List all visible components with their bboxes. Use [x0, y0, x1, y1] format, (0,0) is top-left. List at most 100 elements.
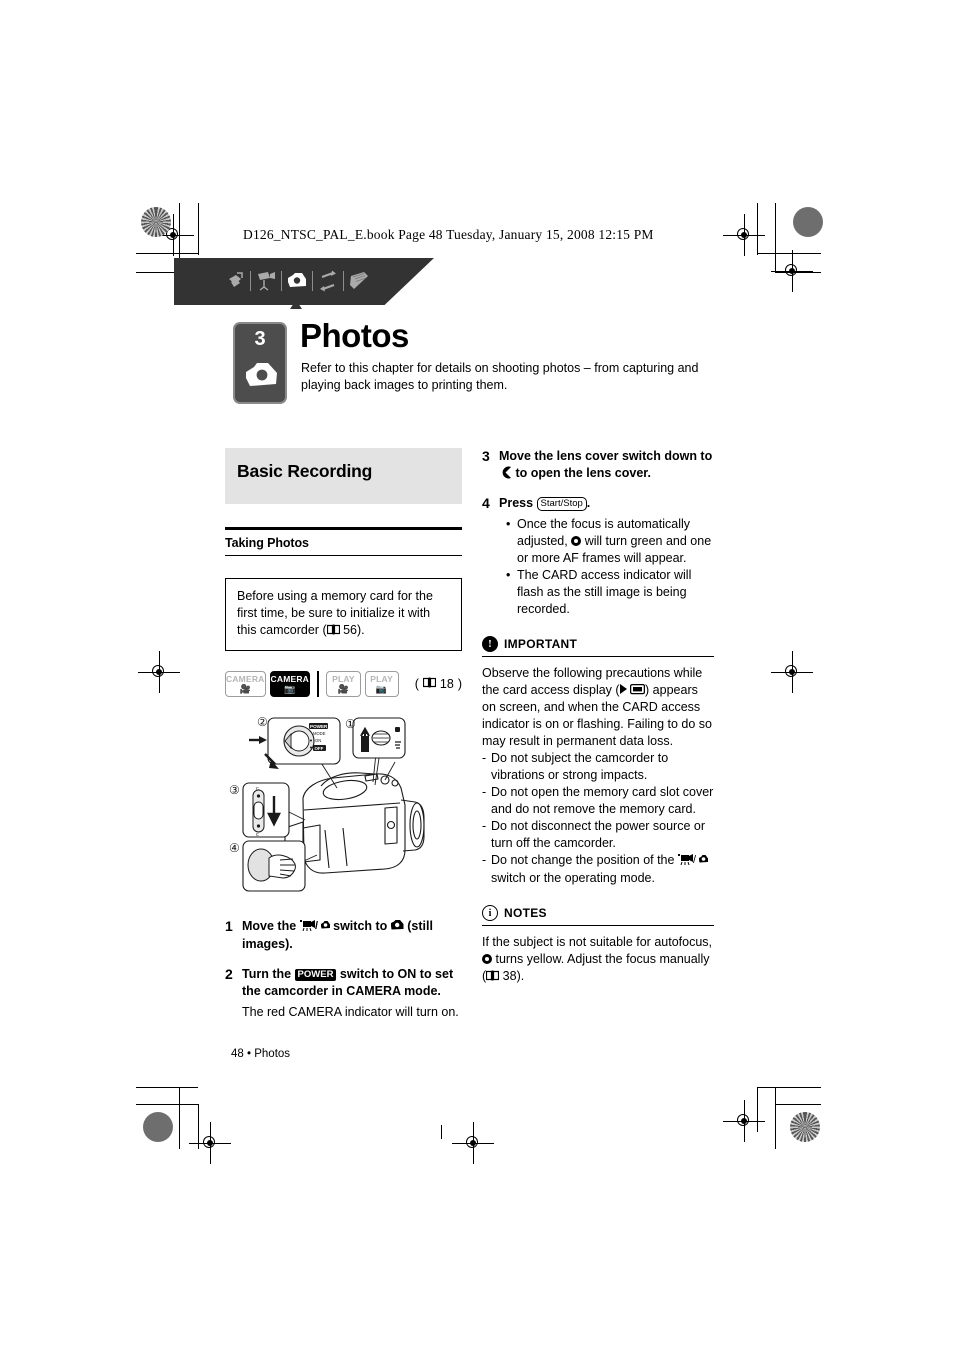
crop-mark [441, 1125, 442, 1139]
tab-separator [250, 271, 251, 291]
chapter-camera-icon [244, 360, 280, 390]
operating-mode-strip: CAMERA 🎥 CAMERA 📷 PLAY 🎥 PLAY 📷 ( 18 ) [225, 670, 462, 698]
af-indicator-icon [482, 954, 492, 964]
video-photo-switch-icon: / [677, 853, 708, 870]
svg-text:c: c [256, 786, 259, 792]
important-item-text: Do not open the memory card slot cover a… [491, 785, 714, 816]
step-2: 2 Turn the POWER switch to ON to set the… [225, 966, 462, 1000]
important-items: - Do not subject the camcorder to vibrati… [482, 750, 714, 887]
step-number: 1 [225, 918, 233, 934]
important-item-text: Do not change the position of the / swit… [491, 852, 714, 887]
registration-mark [452, 1122, 494, 1164]
page-footer: 48 • Photos [231, 1048, 290, 1060]
mode-page-reference: ( 18 ) [415, 677, 462, 691]
step-text: Turn the POWER switch to ON to set the c… [242, 966, 462, 1000]
density-patch [793, 207, 823, 237]
step-text-before: Turn the [242, 967, 295, 981]
svg-text:③: ③ [229, 783, 240, 797]
mode-badge-label: PLAY [332, 673, 355, 684]
card-icon [629, 683, 646, 697]
start-stop-button-glyph[interactable]: Start/Stop [536, 497, 587, 511]
mode-badge-label: PLAY [370, 673, 393, 684]
crop-mark [198, 203, 199, 255]
bullet-text: The CARD access indicator will flash as … [517, 568, 692, 616]
bullet-item: • Once the focus is automatically adjust… [506, 516, 714, 567]
registration-mark [138, 651, 180, 693]
transfer-arrows-icon[interactable] [315, 266, 341, 296]
crop-mark [179, 1087, 180, 1149]
crop-mark [757, 1087, 758, 1132]
photo-camera-icon[interactable] [284, 266, 310, 296]
svg-text:MODE: MODE [313, 731, 326, 736]
important-item-text-b: switch or the operating mode. [491, 871, 655, 885]
step-text-before: Press [499, 496, 537, 510]
tab-pointer-triangle [290, 300, 302, 309]
play-triangle-icon [619, 684, 627, 694]
bullet-item: • The CARD access indicator will flash a… [506, 567, 714, 618]
important-callout-header: ! IMPORTANT [482, 636, 714, 652]
svg-text:/: / [315, 920, 318, 931]
dash: - [482, 751, 487, 765]
step-1: 1 Move the / switch to (still images). [225, 918, 462, 953]
crop-mark [775, 203, 776, 273]
heading-rule [225, 527, 462, 530]
chapter-badge: 3 [233, 322, 287, 404]
photo-mode-icon [390, 919, 404, 936]
svg-text:①: ① [345, 717, 356, 731]
video-glyph-icon: 🎥 [239, 683, 251, 694]
crop-mark [757, 253, 821, 254]
crop-mark [757, 203, 758, 255]
important-item: - Do not open the memory card slot cover … [482, 784, 714, 818]
subsection-heading-taking-photos: Taking Photos [225, 536, 309, 550]
step-text-after: . [586, 496, 591, 510]
callout-1: ① [345, 717, 406, 759]
video-photo-switch-icon: / [299, 919, 330, 936]
important-item: - Do not disconnect the power source or t… [482, 818, 714, 852]
book-page-icon [422, 677, 437, 691]
exclamation-icon: ! [482, 636, 498, 652]
video-glyph-icon: 🎥 [337, 683, 350, 694]
important-item: - Do not change the position of the / swi… [482, 852, 714, 887]
svg-text:ON: ON [315, 738, 321, 743]
mode-badge-camera-photo[interactable]: CAMERA 📷 [269, 671, 311, 697]
video-camera-icon[interactable] [253, 266, 279, 296]
important-item: - Do not subject the camcorder to vibrati… [482, 750, 714, 784]
bullet-dot: • [506, 568, 511, 582]
footer-page-number: 48 [231, 1048, 244, 1060]
paren-open: ( [414, 677, 419, 691]
initialize-card-note-box: Before using a memory card for the first… [225, 578, 462, 651]
step-number: 4 [482, 495, 490, 511]
registration-mark [723, 1100, 765, 1142]
svg-text:④: ④ [229, 841, 240, 855]
step-text: Move the lens cover switch down to to op… [499, 448, 714, 482]
mode-badge-camera-video[interactable]: CAMERA 🎥 [225, 671, 266, 697]
book-page-icon [486, 969, 500, 986]
paren-close: ) [457, 677, 462, 691]
step-2-subtext: The red CAMERA indicator will turn on. [242, 1005, 459, 1019]
tab-separator [312, 271, 313, 291]
svg-text:OFF: OFF [315, 746, 324, 751]
camcorder-illustration: ① POWER MODE ON OFF ② c c ③ ④ [225, 710, 462, 905]
tab-separator [343, 271, 344, 291]
book-icon[interactable] [346, 266, 372, 296]
crop-mark [757, 1087, 821, 1088]
notes-body: If the subject is not suitable for autof… [482, 934, 714, 986]
svg-text:②: ② [257, 715, 268, 729]
book-page-icon [326, 623, 340, 640]
crop-mark [775, 1087, 776, 1149]
notes-callout-header: i NOTES [482, 905, 714, 921]
callout-3: c c ③ [229, 782, 290, 838]
density-patch [141, 207, 171, 237]
mode-badge-label: CAMERA [270, 673, 310, 684]
callout-2: POWER MODE ON OFF ② [249, 715, 341, 769]
note-box-page-number: 56 [343, 623, 357, 637]
intro-hand-icon[interactable] [222, 266, 248, 296]
power-switch-badge: POWER [294, 969, 337, 981]
step-text-mid: switch to [329, 919, 391, 933]
crop-mark [136, 1087, 198, 1088]
mode-badge-play-video[interactable]: PLAY 🎥 [326, 671, 361, 697]
crop-mark [136, 1104, 198, 1105]
tab-separator [281, 271, 282, 291]
mode-badge-play-photo[interactable]: PLAY 📷 [364, 671, 399, 697]
step-number: 3 [482, 448, 490, 464]
